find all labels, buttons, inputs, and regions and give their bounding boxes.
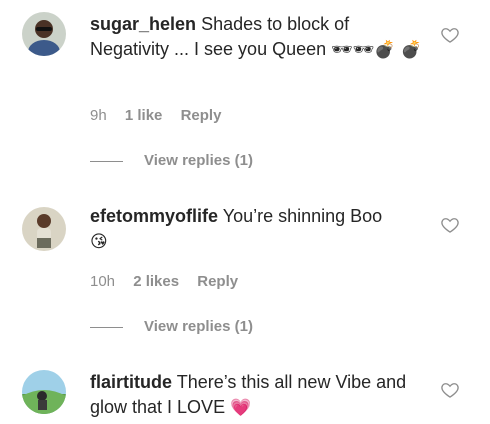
reply-button[interactable]: Reply bbox=[181, 107, 222, 124]
avatar[interactable] bbox=[22, 12, 66, 56]
emoji: 💗 bbox=[230, 398, 252, 418]
comment-text: flairtitude There’s this all new Vibe an… bbox=[90, 370, 430, 421]
comment-username[interactable]: flairtitude bbox=[90, 372, 172, 392]
view-replies-label[interactable]: View replies (1) bbox=[144, 318, 253, 335]
comment-meta: 10h 2 likes Reply bbox=[90, 273, 252, 290]
likes-count[interactable]: 2 likes bbox=[133, 273, 179, 290]
comment-text: sugar_helen Shades to block of Negativit… bbox=[90, 12, 430, 63]
avatar[interactable] bbox=[22, 207, 66, 251]
view-replies-label[interactable]: View replies (1) bbox=[144, 152, 253, 169]
comment-body: You’re shinning Boo bbox=[222, 206, 383, 226]
comment-item: flairtitude There’s this all new Vibe an… bbox=[0, 360, 490, 424]
divider bbox=[90, 326, 123, 328]
comment-meta: 9h 1 like Reply bbox=[90, 107, 235, 124]
heart-outline-icon[interactable] bbox=[440, 215, 460, 235]
emoji: 😘 bbox=[90, 232, 108, 252]
comment-text: efetommyoflife You’re shinning Boo 😘 bbox=[90, 204, 430, 255]
timestamp: 10h bbox=[90, 273, 116, 290]
avatar[interactable] bbox=[22, 370, 66, 414]
heart-outline-icon[interactable] bbox=[440, 25, 460, 45]
comment-item: sugar_helen Shades to block of Negativit… bbox=[0, 0, 490, 180]
heart-outline-icon[interactable] bbox=[440, 380, 460, 400]
emoji: 🕶🕶💣 💣 bbox=[331, 40, 423, 60]
view-replies-button[interactable]: View replies (1) bbox=[90, 152, 253, 169]
likes-count[interactable]: 1 like bbox=[125, 107, 163, 124]
divider bbox=[90, 160, 123, 162]
timestamp: 9h bbox=[90, 107, 107, 124]
view-replies-button[interactable]: View replies (1) bbox=[90, 318, 253, 335]
comment-username[interactable]: sugar_helen bbox=[90, 14, 196, 34]
reply-button[interactable]: Reply bbox=[197, 273, 238, 290]
comment-username[interactable]: efetommyoflife bbox=[90, 206, 218, 226]
comment-item: efetommyoflife You’re shinning Boo 😘 10h… bbox=[0, 195, 490, 355]
